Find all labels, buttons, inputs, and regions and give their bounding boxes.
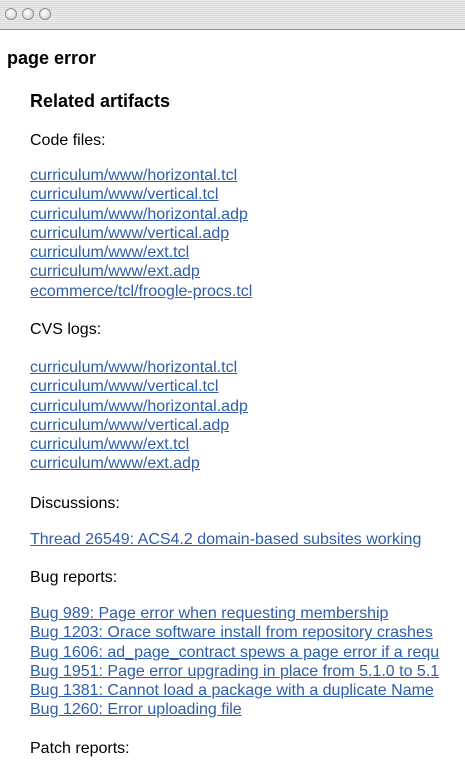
list-item: curriculum/www/horizontal.tcl bbox=[30, 358, 248, 377]
code-file-link[interactable]: curriculum/www/horizontal.adp bbox=[30, 206, 248, 223]
list-item: curriculum/www/vertical.tcl bbox=[30, 185, 252, 204]
bug-report-link[interactable]: Bug 1606: ad_page_contract spews a page … bbox=[30, 644, 439, 661]
cvs-log-link[interactable]: curriculum/www/horizontal.adp bbox=[30, 398, 248, 415]
code-files-list: curriculum/www/horizontal.tcl curriculum… bbox=[30, 166, 252, 301]
list-item: Bug 1381: Cannot load a package with a d… bbox=[30, 681, 439, 700]
code-file-link[interactable]: curriculum/www/vertical.tcl bbox=[30, 186, 218, 203]
bug-reports-label: Bug reports: bbox=[30, 569, 118, 586]
cvs-log-link[interactable]: curriculum/www/ext.tcl bbox=[30, 436, 189, 453]
code-files-label: Code files: bbox=[30, 132, 106, 149]
cvs-logs-list: curriculum/www/horizontal.tcl curriculum… bbox=[30, 358, 248, 474]
list-item: Bug 1260: Error uploading file bbox=[30, 700, 439, 719]
cvs-log-link[interactable]: curriculum/www/vertical.tcl bbox=[30, 378, 218, 395]
list-item: Bug 1951: Page error upgrading in place … bbox=[30, 662, 439, 681]
list-item: curriculum/www/vertical.adp bbox=[30, 224, 252, 243]
window-titlebar bbox=[0, 0, 465, 30]
cvs-log-link[interactable]: curriculum/www/vertical.adp bbox=[30, 417, 229, 434]
list-item: curriculum/www/vertical.tcl bbox=[30, 377, 248, 396]
cvs-log-link[interactable]: curriculum/www/ext.adp bbox=[30, 455, 200, 472]
list-item: curriculum/www/horizontal.adp bbox=[30, 397, 248, 416]
bug-reports-list: Bug 989: Page error when requesting memb… bbox=[30, 604, 439, 720]
list-item: curriculum/www/horizontal.adp bbox=[30, 205, 252, 224]
close-window-icon[interactable] bbox=[5, 8, 17, 20]
list-item: curriculum/www/ext.tcl bbox=[30, 435, 248, 454]
bug-report-link[interactable]: Bug 1203: Orace software install from re… bbox=[30, 624, 433, 641]
list-item: curriculum/www/vertical.adp bbox=[30, 416, 248, 435]
discussions-label: Discussions: bbox=[30, 495, 120, 512]
patch-reports-label: Patch reports: bbox=[30, 740, 130, 757]
bug-report-link[interactable]: Bug 989: Page error when requesting memb… bbox=[30, 605, 388, 622]
minimize-window-icon[interactable] bbox=[22, 8, 34, 20]
page-title: page error bbox=[7, 48, 97, 68]
code-file-link[interactable]: curriculum/www/vertical.adp bbox=[30, 225, 229, 242]
code-file-link[interactable]: curriculum/www/ext.tcl bbox=[30, 244, 189, 261]
list-item: Thread 26549: ACS4.2 domain-based subsit… bbox=[30, 530, 421, 549]
code-file-link[interactable]: ecommerce/tcl/froogle-procs.tcl bbox=[30, 283, 252, 300]
cvs-log-link[interactable]: curriculum/www/horizontal.tcl bbox=[30, 359, 237, 376]
list-item: Bug 989: Page error when requesting memb… bbox=[30, 604, 439, 623]
zoom-window-icon[interactable] bbox=[39, 8, 51, 20]
discussions-list: Thread 26549: ACS4.2 domain-based subsit… bbox=[30, 530, 421, 549]
bug-report-link[interactable]: Bug 1951: Page error upgrading in place … bbox=[30, 663, 439, 680]
code-file-link[interactable]: curriculum/www/horizontal.tcl bbox=[30, 167, 237, 184]
bug-report-link[interactable]: Bug 1260: Error uploading file bbox=[30, 701, 242, 718]
list-item: ecommerce/tcl/froogle-procs.tcl bbox=[30, 282, 252, 301]
cvs-logs-label: CVS logs: bbox=[30, 321, 102, 338]
bug-report-link[interactable]: Bug 1381: Cannot load a package with a d… bbox=[30, 682, 434, 699]
discussion-link[interactable]: Thread 26549: ACS4.2 domain-based subsit… bbox=[30, 531, 421, 548]
code-file-link[interactable]: curriculum/www/ext.adp bbox=[30, 263, 200, 280]
list-item: curriculum/www/horizontal.tcl bbox=[30, 166, 252, 185]
list-item: curriculum/www/ext.tcl bbox=[30, 243, 252, 262]
list-item: curriculum/www/ext.adp bbox=[30, 262, 252, 281]
related-artifacts-heading: Related artifacts bbox=[30, 91, 171, 111]
list-item: Bug 1203: Orace software install from re… bbox=[30, 623, 439, 642]
list-item: curriculum/www/ext.adp bbox=[30, 454, 248, 473]
list-item: Bug 1606: ad_page_contract spews a page … bbox=[30, 643, 439, 662]
